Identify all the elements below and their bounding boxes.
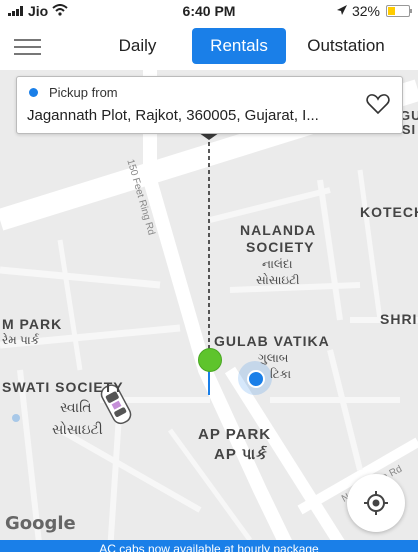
pickup-address[interactable]: Jagannath Plot, Rajkot, 360005, Gujarat,…	[27, 107, 319, 124]
label-shri: SHRI	[380, 311, 418, 327]
tab-daily[interactable]: Daily	[100, 28, 175, 64]
label-nalanda-guj: નાલંદા	[262, 257, 293, 271]
pickup-dot-icon	[29, 88, 38, 97]
tab-rentals[interactable]: Rentals	[192, 28, 286, 64]
map-view[interactable]: NALANDA SOCIETY નાલંદા સોસાઇટી GULAB VAT…	[0, 70, 418, 552]
label-gulab-vatika: GULAB VATIKA	[214, 333, 330, 349]
label-kotech: KOTECH	[360, 204, 418, 220]
drop-pin	[198, 348, 222, 372]
status-bar: Jio 6:40 PM 32%	[0, 0, 418, 24]
label-ap-park: AP PARK	[198, 426, 272, 443]
pickup-title: Pickup from	[49, 85, 118, 100]
label-m-park: M PARK	[2, 316, 63, 332]
hamburger-icon[interactable]	[14, 39, 41, 57]
heart-icon[interactable]	[366, 93, 390, 120]
label-nalanda-society: SOCIETY	[246, 239, 315, 255]
current-location-dot	[238, 361, 272, 395]
location-arrow-icon	[336, 3, 348, 19]
promo-banner[interactable]: AC cabs now available at hourly package	[0, 540, 418, 552]
label-swati-society: SWATI SOCIETY	[2, 379, 124, 395]
label-m-park-guj: રેમ પાર્ક	[2, 333, 40, 347]
label-swati-guj: સ્વાતિ	[60, 399, 92, 415]
label-vatika-guj: ટિકા	[270, 367, 292, 381]
battery-percent: 32%	[351, 3, 380, 19]
battery-icon	[386, 5, 412, 17]
top-nav: Daily Rentals Outstation	[0, 24, 418, 70]
label-swati-society-guj: સોસાઇટી	[52, 421, 103, 437]
crosshair-icon	[364, 491, 388, 515]
label-gulab-guj: ગુલાબ	[258, 351, 289, 365]
status-right: 32%	[336, 3, 412, 19]
label-nalanda: NALANDA	[240, 222, 317, 238]
label-ap-park-guj: AP પાર્ક	[214, 446, 268, 463]
locate-me-button[interactable]	[347, 474, 405, 532]
tab-outstation[interactable]: Outstation	[296, 28, 396, 64]
label-society-guj: સોસાઇટી	[256, 273, 300, 287]
pickup-card[interactable]: Pickup from Jagannath Plot, Rajkot, 3600…	[16, 76, 403, 134]
google-logo: Google	[5, 513, 76, 534]
